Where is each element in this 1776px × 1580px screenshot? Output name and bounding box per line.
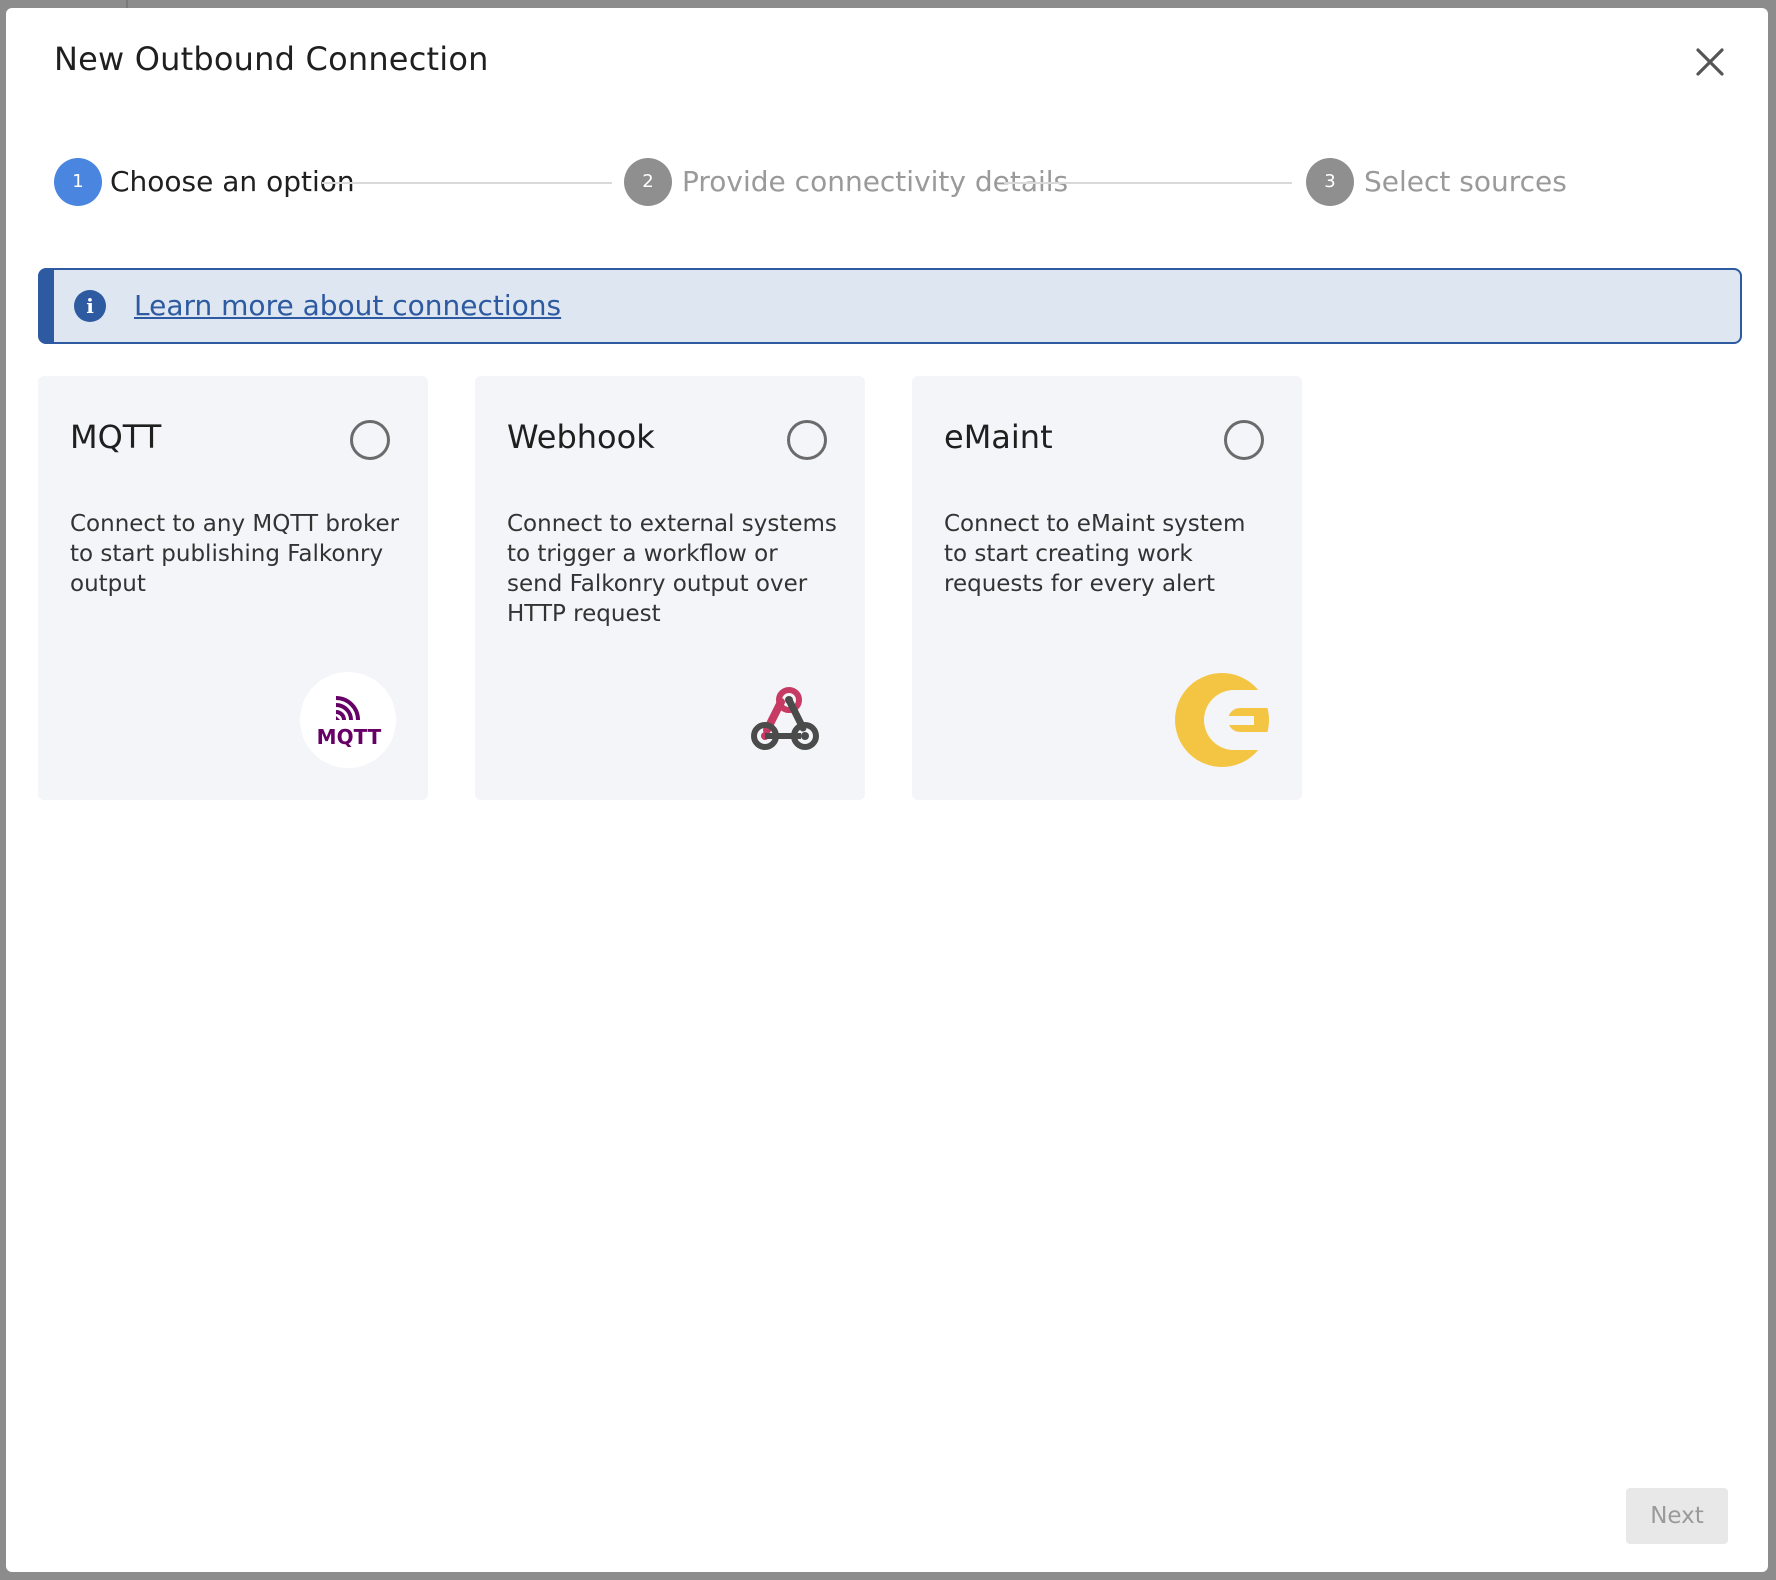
close-icon	[1696, 48, 1724, 76]
new-outbound-connection-dialog: New Outbound Connection 1 Choose an opti…	[6, 8, 1768, 1572]
option-title: Webhook	[507, 418, 655, 456]
info-icon: i	[74, 290, 106, 322]
step-connector-1	[322, 182, 612, 184]
option-radio[interactable]	[350, 420, 390, 460]
option-card-emaint[interactable]: eMaint Connect to eMaint system to start…	[912, 376, 1302, 800]
mqtt-logo-text: MQTT	[317, 725, 382, 749]
step-3-indicator: 3	[1306, 158, 1354, 206]
option-radio[interactable]	[1224, 420, 1264, 460]
emaint-logo-icon	[1175, 673, 1270, 767]
option-description: Connect to eMaint system to start creati…	[944, 511, 1246, 597]
option-description: Connect to any MQTT broker to start publ…	[70, 511, 400, 597]
step-2-indicator: 2	[624, 158, 672, 206]
option-description: Connect to external systems to trigger a…	[507, 511, 837, 627]
option-card-webhook[interactable]: Webhook Connect to external systems to t…	[475, 376, 865, 800]
step-connector-2	[1004, 182, 1292, 184]
close-button[interactable]	[1690, 42, 1730, 82]
mqtt-logo-icon: MQTT	[300, 672, 396, 768]
next-button[interactable]: Next	[1626, 1488, 1728, 1544]
step-3-label: Select sources	[1364, 165, 1567, 198]
option-radio[interactable]	[787, 420, 827, 460]
backdrop-divider	[126, 0, 128, 8]
dialog-title: New Outbound Connection	[54, 40, 489, 78]
webhook-logo-icon	[751, 687, 819, 750]
step-1-indicator: 1	[54, 158, 102, 206]
learn-more-link[interactable]: Learn more about connections	[134, 289, 561, 322]
step-1-label: Choose an option	[110, 165, 355, 198]
info-banner: i Learn more about connections	[38, 268, 1742, 344]
option-title: eMaint	[944, 418, 1053, 456]
option-title: MQTT	[70, 418, 162, 456]
option-card-mqtt[interactable]: MQTT Connect to any MQTT broker to start…	[38, 376, 428, 800]
